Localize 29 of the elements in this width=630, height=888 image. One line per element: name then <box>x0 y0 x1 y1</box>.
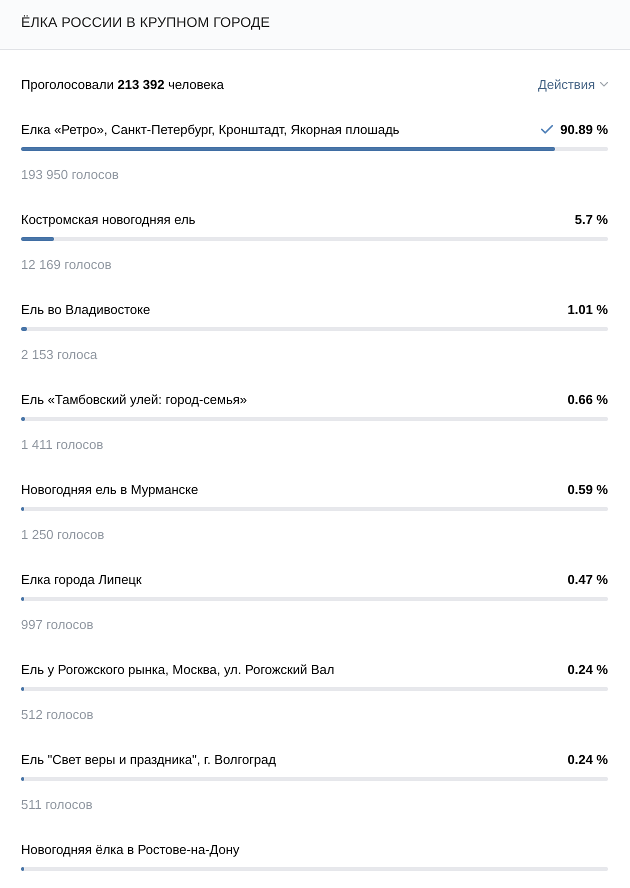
poll-title: ЁЛКА РОССИИ В КРУПНОМ ГОРОДЕ <box>21 14 270 30</box>
option-label: Новогодняя ёлка в Ростове-на-Дону <box>21 842 240 856</box>
chevron-down-icon <box>600 82 608 86</box>
vote-count: 512 голосов <box>21 706 94 724</box>
vote-count: 511 голосов <box>21 796 92 814</box>
option-percent: 0.66 % <box>568 392 608 406</box>
vote-count: 997 голосов <box>21 616 94 634</box>
option-label: Елка «Ретро», Санкт-Петербург, Кронштадт, Якорная плошадь <box>21 122 400 136</box>
option-label: Ель "Свет веры и праздника", г. Волгоград <box>21 752 276 766</box>
actions-dropdown[interactable]: Действия <box>538 76 608 92</box>
option-label: Ель у Рогожского рынка, Москва, ул. Рогожский Вал <box>21 662 334 676</box>
vote-count: 1 411 голосов <box>21 436 104 454</box>
vote-count: 193 950 голосов <box>21 166 119 184</box>
vote-count: 2 153 голоса <box>21 346 98 364</box>
option-label: Ель во Владивостоке <box>21 302 150 316</box>
option-percent: 5.7 % <box>574 212 608 226</box>
option-percent: 1.01 % <box>568 302 608 316</box>
vote-count: 1 250 голосов <box>21 526 104 544</box>
vote-count: 12 169 голосов <box>21 256 112 274</box>
option-percent: 0.59 % <box>568 482 608 496</box>
votes-summary: Проголосовали 213 392 человека <box>21 76 224 92</box>
option-percent: 0.24 % <box>568 662 608 676</box>
option-label: Ель «Тамбовский улей: город-семья» <box>21 392 248 406</box>
option-label: Елка города Липецк <box>21 572 142 586</box>
option-percent: 90.89 % <box>560 122 608 136</box>
option-label: Новогодняя ель в Мурманске <box>21 482 198 496</box>
option-label: Костромская новогодняя ель <box>21 212 196 226</box>
option-percent: 0.24 % <box>568 752 608 766</box>
option-percent: 0.47 % <box>568 572 608 586</box>
